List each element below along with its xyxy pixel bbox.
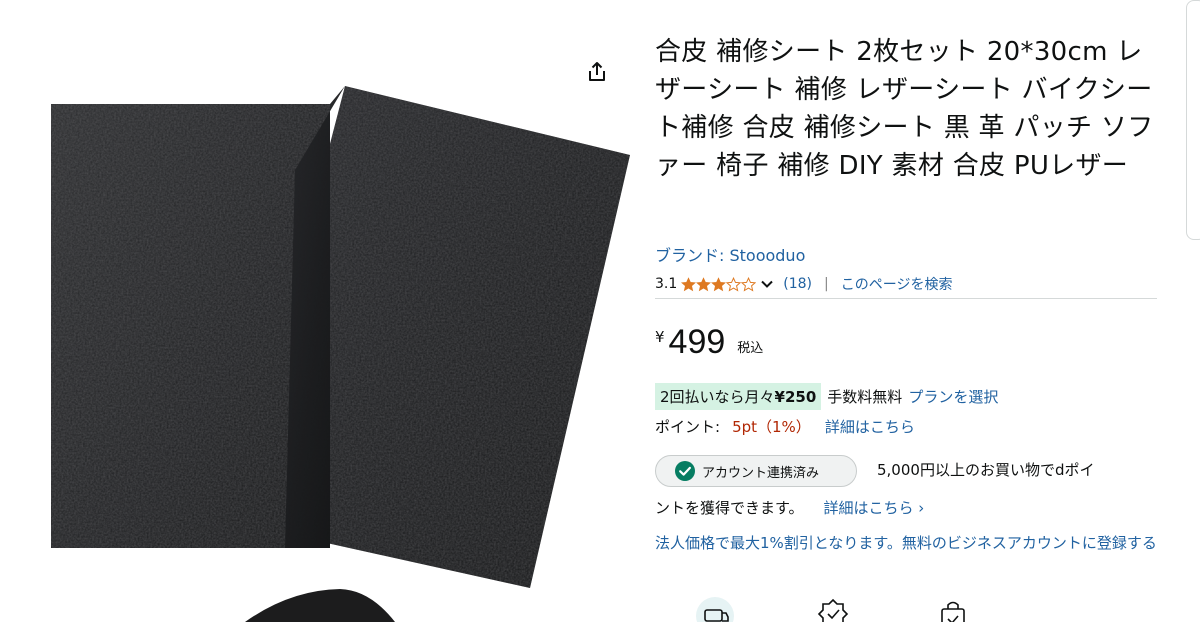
dpoint-text-line1: 5,000円以上のお買い物でdポイ (877, 461, 1095, 479)
star-icon (696, 276, 712, 291)
share-icon (589, 62, 605, 81)
points-value: 5pt（1%） (732, 417, 811, 436)
chevron-down-icon[interactable] (759, 276, 775, 292)
select-plan-link[interactable]: プランを選択 (908, 386, 998, 407)
search-page-link[interactable]: このページを検索 (841, 274, 953, 294)
share-button[interactable] (583, 58, 611, 86)
business-account-link[interactable]: 法人価格で最大1%割引となります。無料のビジネスアカウントに登録する (655, 530, 1160, 556)
installment-fee: 手数料無料 (827, 387, 903, 406)
installment-amount: ¥250 (774, 387, 817, 406)
account-linked-badge: アカウント連携済み (655, 455, 857, 487)
divider (655, 298, 1157, 299)
bag-icon[interactable] (933, 596, 973, 622)
check-circle-icon (675, 461, 695, 481)
badge-icon[interactable] (813, 596, 853, 622)
rating-value: 3.1 (655, 276, 678, 292)
star-empty-icon (741, 276, 757, 292)
product-title: 合皮 補修シート 2枚セット 20*30cm レザーシート 補修 レザーシート … (655, 37, 1154, 181)
points-row: ポイント: 5pt（1%） 詳細はこちら (655, 414, 915, 438)
brand-link[interactable]: ブランド: Stoooduo (655, 242, 805, 266)
side-panel-edge (1186, 0, 1200, 240)
price-block: ¥ 499 税込 (655, 322, 763, 362)
delivery-icon[interactable] (695, 596, 735, 622)
currency-symbol: ¥ (655, 328, 665, 346)
ratings-count-link[interactable]: (18) (783, 276, 812, 292)
points-label: ポイント: (655, 417, 721, 436)
product-image-area[interactable] (0, 0, 640, 622)
installment-badge: 2回払いなら月々¥250 (655, 382, 822, 410)
rating-stars[interactable] (681, 276, 757, 292)
dpoint-text-line2: ントを獲得できます。 詳細はこちら › (655, 497, 924, 518)
product-image[interactable] (0, 0, 640, 622)
installment-prefix: 2回払いなら月々 (660, 387, 775, 406)
points-detail-link[interactable]: 詳細はこちら (825, 416, 915, 437)
star-icon (711, 276, 727, 291)
star-icon (681, 276, 697, 291)
dpoint-detail-link[interactable]: 詳細はこちら › (824, 497, 925, 518)
separator: | (824, 276, 829, 292)
dpoint-text: ントを獲得できます。 (655, 499, 804, 517)
price-amount: 499 (668, 323, 726, 361)
tax-label: 税込 (737, 341, 764, 356)
rating-row: 3.1 (18) | このページを検索 (655, 273, 952, 295)
installment-row: 2回払いなら月々¥250 手数料無料 プランを選択 (655, 382, 998, 410)
product-info: 合皮 補修シート 2枚セット 20*30cm レザーシート 補修 レザーシート … (655, 0, 1165, 622)
account-linked-label: アカウント連携済み (702, 465, 820, 481)
star-empty-icon (726, 276, 742, 292)
